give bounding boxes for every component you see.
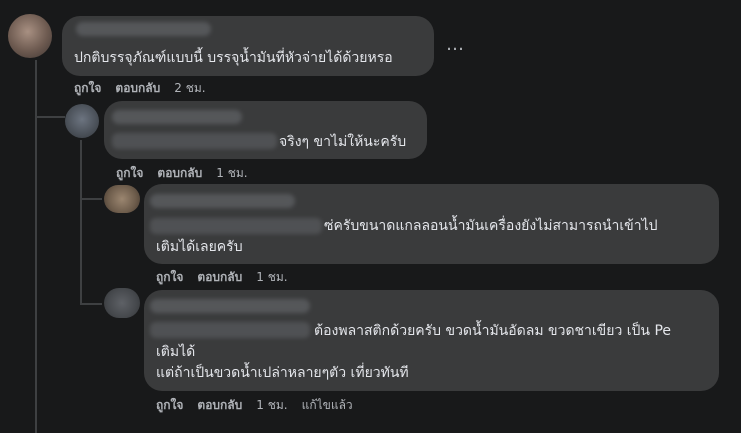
comment-text: เติมได้เลยครับ — [156, 239, 243, 255]
comment-text: จริงๆ ขาไม่ให้นะครับ — [279, 134, 407, 150]
reply-button[interactable]: ตอบกลับ — [197, 268, 242, 287]
thread-line-reply — [80, 140, 82, 305]
like-button[interactable]: ถูกใจ — [156, 396, 183, 415]
timestamp[interactable]: 1 ชม. — [256, 268, 287, 287]
redacted-text — [112, 133, 277, 149]
timestamp[interactable]: 1 ชม. — [256, 396, 287, 415]
comment-actions: ถูกใจ ตอบกลับ 1 ชม. แก้ไขแล้ว — [156, 396, 353, 415]
commenter-name[interactable] — [150, 194, 295, 208]
comment-text: ต้องพลาสติกด้วยครับ ขวดน้ำมันอัดลม ขวดชา… — [314, 323, 672, 339]
timestamp[interactable]: 2 ชม. — [174, 79, 205, 98]
reply-button[interactable]: ตอบกลับ — [115, 79, 160, 98]
thread-branch-2 — [80, 198, 102, 200]
commenter-name[interactable] — [76, 22, 211, 36]
comment-actions: ถูกใจ ตอบกลับ 2 ชม. — [74, 79, 206, 98]
thread-branch-3 — [80, 303, 102, 305]
comment-actions: ถูกใจ ตอบกลับ 1 ชม. — [116, 164, 248, 183]
reply-button[interactable]: ตอบกลับ — [197, 396, 242, 415]
edited-label[interactable]: แก้ไขแล้ว — [302, 396, 353, 415]
avatar[interactable] — [8, 14, 52, 58]
comment-text: ปกติบรรจุภัณฑ์แบบนี้ บรรจุน้ำมันที่หัวจ่… — [74, 50, 393, 66]
reply-button[interactable]: ตอบกลับ — [157, 164, 202, 183]
avatar[interactable] — [104, 185, 140, 213]
avatar[interactable] — [104, 288, 140, 318]
comment-text: เติมได้ — [156, 344, 196, 360]
commenter-name[interactable] — [150, 299, 310, 313]
like-button[interactable]: ถูกใจ — [74, 79, 101, 98]
commenter-name[interactable] — [112, 110, 242, 124]
comment-text: แต่ถ้าเป็นขวดน้ำเปล่าหลายๆตัว เที่ยวทันท… — [156, 365, 409, 381]
timestamp[interactable]: 1 ชม. — [216, 164, 247, 183]
avatar[interactable] — [65, 104, 99, 138]
like-button[interactable]: ถูกใจ — [156, 268, 183, 287]
more-options-icon[interactable]: … — [446, 36, 465, 54]
redacted-text — [150, 322, 310, 338]
comment-actions: ถูกใจ ตอบกลับ 1 ชม. — [156, 268, 288, 287]
thread-branch-1 — [35, 116, 65, 118]
like-button[interactable]: ถูกใจ — [116, 164, 143, 183]
comment-text: ซ่ครับขนาดแกลลอนน้ำมันเครื่องยังไม่สามาร… — [324, 218, 658, 234]
redacted-text — [150, 218, 322, 234]
